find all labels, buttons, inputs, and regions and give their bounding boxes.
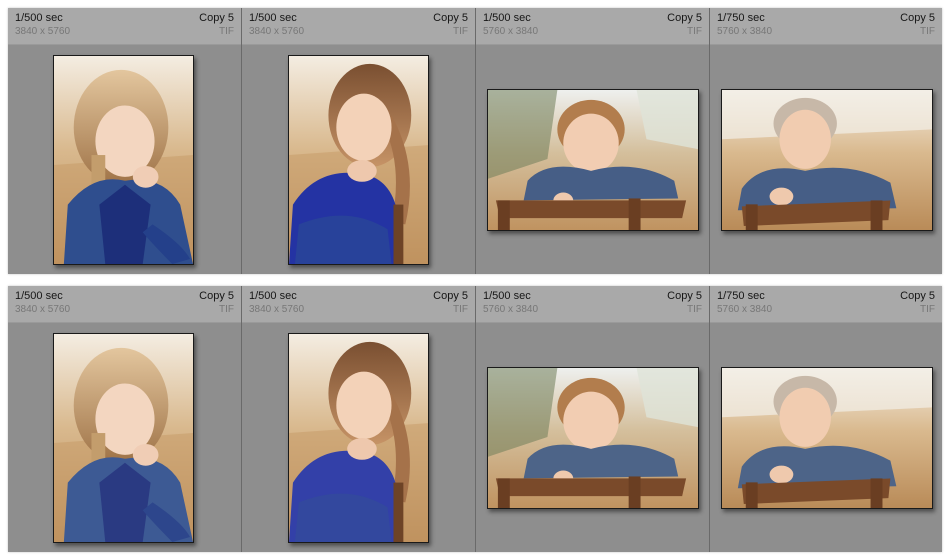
copy-name-label: Copy 5	[667, 290, 702, 302]
grid-cell[interactable]: 1/500 sec Copy 5 3840 x 5760 TIF	[241, 286, 475, 552]
photo-thumbnail[interactable]	[288, 333, 429, 543]
copy-name-label: Copy 5	[433, 12, 468, 24]
cell-header: 1/500 sec Copy 5 3840 x 5760 TIF	[8, 286, 241, 323]
photo-thumbnail[interactable]	[721, 89, 933, 231]
grid-cell[interactable]: 1/500 sec Copy 5 3840 x 5760 TIF	[241, 8, 475, 274]
file-type-label: TIF	[453, 26, 468, 37]
cell-header: 1/500 sec Copy 5 5760 x 3840 TIF	[476, 8, 709, 45]
photo-thumbnail[interactable]	[487, 89, 699, 231]
file-type-label: TIF	[453, 304, 468, 315]
dimensions-label: 5760 x 3840	[483, 26, 539, 37]
dimensions-label: 3840 x 5760	[249, 304, 305, 315]
grid-row-2: 1/500 sec Copy 5 3840 x 5760 TIF 1/500 s…	[8, 286, 942, 552]
grid-row-1: 1/500 sec Copy 5 3840 x 5760 TIF 1/500 s…	[8, 8, 942, 274]
photo-thumbnail[interactable]	[53, 333, 194, 543]
photo-thumbnail[interactable]	[487, 367, 699, 509]
exposure-label: 1/500 sec	[249, 290, 297, 302]
photo-thumbnail[interactable]	[53, 55, 194, 265]
cell-header: 1/500 sec Copy 5 3840 x 5760 TIF	[242, 286, 475, 323]
grid-cell[interactable]: 1/750 sec Copy 5 5760 x 3840 TIF	[709, 8, 942, 274]
grid-cell[interactable]: 1/500 sec Copy 5 3840 x 5760 TIF	[8, 286, 241, 552]
cell-header: 1/500 sec Copy 5 3840 x 5760 TIF	[8, 8, 241, 45]
copy-name-label: Copy 5	[199, 12, 234, 24]
copy-name-label: Copy 5	[900, 290, 935, 302]
photo-thumbnail[interactable]	[288, 55, 429, 265]
file-type-label: TIF	[687, 26, 702, 37]
grid-cell[interactable]: 1/500 sec Copy 5 5760 x 3840 TIF	[475, 8, 709, 274]
cell-header: 1/750 sec Copy 5 5760 x 3840 TIF	[710, 8, 942, 45]
cell-header: 1/750 sec Copy 5 5760 x 3840 TIF	[710, 286, 942, 323]
exposure-label: 1/500 sec	[249, 12, 297, 24]
dimensions-label: 3840 x 5760	[249, 26, 305, 37]
exposure-label: 1/500 sec	[483, 12, 531, 24]
copy-name-label: Copy 5	[433, 290, 468, 302]
cell-header: 1/500 sec Copy 5 3840 x 5760 TIF	[242, 8, 475, 45]
copy-name-label: Copy 5	[667, 12, 702, 24]
grid-cell[interactable]: 1/750 sec Copy 5 5760 x 3840 TIF	[709, 286, 942, 552]
dimensions-label: 3840 x 5760	[15, 26, 71, 37]
copy-name-label: Copy 5	[900, 12, 935, 24]
grid-cell[interactable]: 1/500 sec Copy 5 3840 x 5760 TIF	[8, 8, 241, 274]
cell-header: 1/500 sec Copy 5 5760 x 3840 TIF	[476, 286, 709, 323]
file-type-label: TIF	[219, 304, 234, 315]
file-type-label: TIF	[920, 26, 935, 37]
file-type-label: TIF	[687, 304, 702, 315]
dimensions-label: 3840 x 5760	[15, 304, 71, 315]
file-type-label: TIF	[920, 304, 935, 315]
file-type-label: TIF	[219, 26, 234, 37]
exposure-label: 1/750 sec	[717, 12, 765, 24]
exposure-label: 1/500 sec	[483, 290, 531, 302]
dimensions-label: 5760 x 3840	[717, 304, 773, 315]
exposure-label: 1/500 sec	[15, 12, 63, 24]
dimensions-label: 5760 x 3840	[483, 304, 539, 315]
grid-cell[interactable]: 1/500 sec Copy 5 5760 x 3840 TIF	[475, 286, 709, 552]
copy-name-label: Copy 5	[199, 290, 234, 302]
dimensions-label: 5760 x 3840	[717, 26, 773, 37]
exposure-label: 1/750 sec	[717, 290, 765, 302]
photo-thumbnail[interactable]	[721, 367, 933, 509]
exposure-label: 1/500 sec	[15, 290, 63, 302]
